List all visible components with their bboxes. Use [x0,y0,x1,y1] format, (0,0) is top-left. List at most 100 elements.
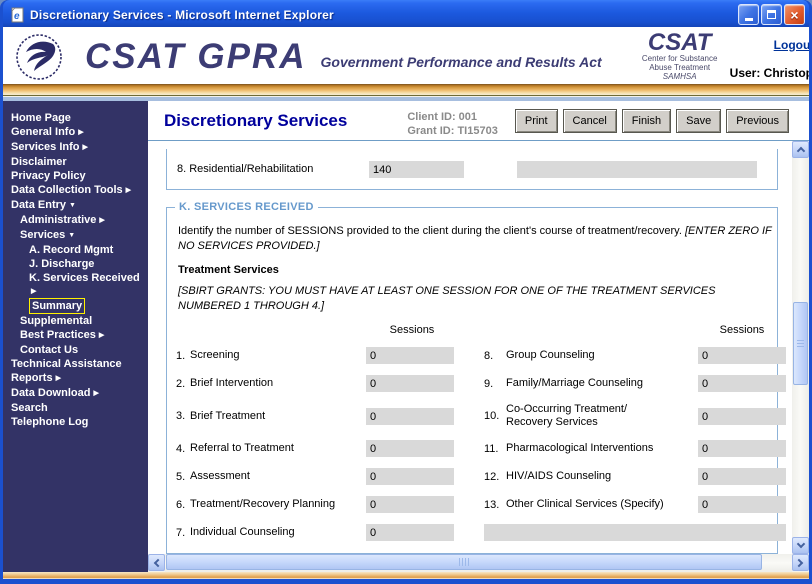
submenu-arrow-icon: ▼ [69,202,76,209]
finish-button[interactable]: Finish [621,109,672,133]
residential-rehabilitation-field[interactable] [369,160,464,178]
residential-rehabilitation-extra-field[interactable] [517,160,757,178]
vertical-scrollbar[interactable] [792,141,809,554]
vertical-scroll-track[interactable] [792,158,809,537]
maximize-icon [767,10,776,19]
browser-viewport: CSAT GPRA Government Performance and Res… [3,27,809,579]
horizontal-scroll-thumb[interactable] [166,554,762,570]
previous-button[interactable]: Previous [726,109,789,133]
sidebar-item-discharge[interactable]: J. Discharge [3,257,148,271]
brand-logo-text: CSAT GPRA [85,36,307,76]
orange-divider [3,84,809,96]
session-block: Logout User: Christopher Shumway [730,34,809,80]
sidebar-item-services[interactable]: Services ▼ [3,228,148,243]
hiv-aids-counseling-label: HIV/AIDS Counseling [506,470,612,482]
submenu-arrow-icon: ▶ [93,390,99,397]
service-row: 3. Brief Treatment 10. Co-Occurring Trea… [176,403,786,429]
other-clinical-services-sessions-field[interactable] [698,496,786,513]
submenu-arrow-icon: ▶ [98,332,105,339]
scroll-right-button[interactable] [792,554,809,571]
other-clinical-services-specify-field[interactable] [484,524,786,541]
scroll-right-icon [794,558,804,567]
treatment-recovery-planning-label: Treatment/Recovery Planning [190,498,336,510]
family-marriage-counseling-sessions-field[interactable] [698,375,786,392]
scroll-down-button[interactable] [792,537,809,554]
other-clinical-services-label: Other Clinical Services (Specify) [506,498,664,510]
scroll-up-icon [796,146,805,156]
treatment-recovery-planning-sessions-field[interactable] [366,496,454,513]
scroll-left-button[interactable] [148,554,165,571]
action-buttons: Print Cancel Finish Save Previous [514,109,789,133]
vertical-scroll-thumb[interactable] [793,302,808,386]
csat-logo-acronym: CSAT [647,29,712,56]
sidebar-item-supplemental[interactable]: Supplemental [3,314,148,328]
assessment-sessions-field[interactable] [366,468,454,485]
minimize-button[interactable] [738,4,759,25]
client-id: Client ID: 001 [407,111,478,123]
sidebar-item-privacy-policy[interactable]: Privacy Policy [3,169,148,183]
brief-treatment-sessions-field[interactable] [366,407,454,425]
individual-counseling-sessions-field[interactable] [366,524,454,541]
bottom-orange-strip [3,572,809,579]
brand-tagline: Government Performance and Results Act [320,53,602,70]
screening-sessions-field[interactable] [366,347,454,364]
service-row: 5. Assessment 12. HIV/AIDS Counseling [176,468,786,485]
service-row: 7. Individual Counseling [176,524,786,541]
previous-section-fragment: 8. Residential/Rehabilitation [166,149,778,190]
brief-intervention-label: Brief Intervention [190,377,274,389]
maximize-button[interactable] [761,4,782,25]
scroll-down-icon [796,539,805,549]
csat-logo-line1: Center for Substance [641,54,718,63]
sidebar-item-record-mgmt[interactable]: A. Record Mgmt [3,243,148,257]
sidebar-item-telephone-log[interactable]: Telephone Log [3,415,148,429]
sidebar-item-reports[interactable]: Reports ▶ [3,371,148,386]
pharmacological-interventions-sessions-field[interactable] [698,440,786,457]
client-grant-ids: Client ID: 001 Grant ID: TI15703 [407,110,497,138]
sidebar-item-technical-assistance[interactable]: Technical Assistance [3,357,148,371]
service-row: 1. Screening 8. Group Counseling [176,347,786,364]
group-counseling-sessions-field[interactable] [698,347,786,364]
sidebar-item-summary[interactable]: Summary [3,298,148,314]
individual-counseling-label: Individual Counseling [190,526,295,538]
window-title: Discretionary Services - Microsoft Inter… [30,7,334,22]
sidebar-item-best-practices[interactable]: Best Practices ▶ [3,328,148,343]
brief-intervention-sessions-field[interactable] [366,375,454,392]
cancel-button[interactable]: Cancel [562,109,617,133]
save-button[interactable]: Save [676,109,722,133]
co-occurring-treatment-sessions-field[interactable] [698,407,786,425]
group-counseling-label: Group Counseling [506,349,595,361]
title-bar: e Discretionary Services - Microsoft Int… [3,0,809,27]
sidebar-item-data-entry[interactable]: Data Entry ▼ [3,198,148,213]
close-button[interactable]: × [784,4,805,25]
submenu-arrow-icon: ▶ [125,187,132,194]
grant-id: Grant ID: TI15703 [407,125,498,137]
sidebar-nav: Home Page General Info ▶ Services Info ▶ D… [3,101,148,572]
brief-treatment-label: Brief Treatment [190,409,266,422]
screening-label: Screening [190,349,240,361]
sidebar-item-administrative[interactable]: Administrative ▶ [3,213,148,228]
sidebar-item-services-received[interactable]: K. Services Received ▶ [3,271,148,298]
sidebar-item-disclaimer[interactable]: Disclaimer [3,155,148,169]
minimize-icon [744,18,753,21]
sidebar-item-home-page[interactable]: Home Page [3,111,148,125]
horizontal-scrollbar[interactable] [148,554,809,572]
sidebar-item-services-info[interactable]: Services Info ▶ [3,140,148,155]
referral-to-treatment-sessions-field[interactable] [366,440,454,457]
submenu-arrow-icon: ▶ [31,288,37,295]
sidebar-item-data-collection-tools[interactable]: Data Collection Tools ▶ [3,183,148,198]
sidebar-item-search[interactable]: Search [3,401,148,415]
submenu-arrow-icon: ▶ [78,129,84,136]
scroll-up-button[interactable] [792,141,809,158]
content-area: Home Page General Info ▶ Services Info ▶ D… [3,101,809,572]
print-button[interactable]: Print [514,109,558,133]
sidebar-item-data-download[interactable]: Data Download ▶ [3,386,148,401]
logout-link[interactable]: Logout [774,38,809,52]
sidebar-item-general-info[interactable]: General Info ▶ [3,125,148,140]
services-received-section: K. SERVICES RECEIVED Identify the number… [166,201,786,554]
hiv-aids-counseling-sessions-field[interactable] [698,468,786,485]
submenu-arrow-icon: ▼ [68,232,76,239]
horizontal-scroll-track[interactable] [165,554,792,572]
service-row: 6. Treatment/Recovery Planning 13. Other… [176,496,786,513]
scroll-left-icon [153,558,163,567]
sidebar-item-contact-us[interactable]: Contact Us [3,343,148,357]
